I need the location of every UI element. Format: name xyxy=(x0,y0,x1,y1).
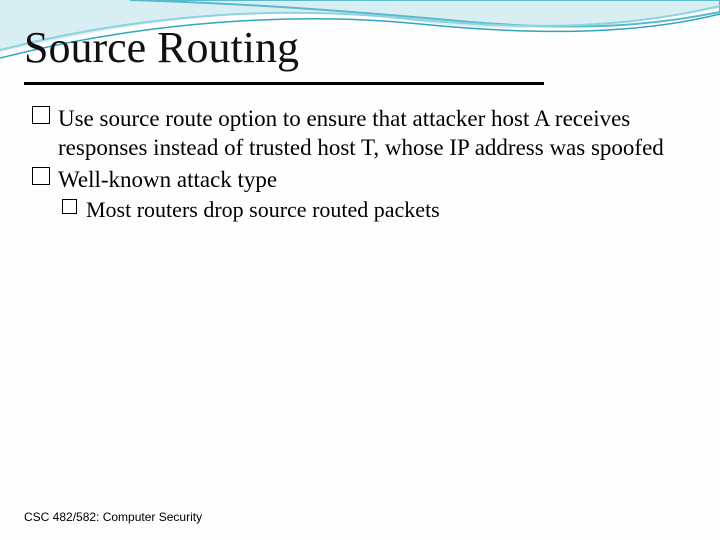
bullet-level1: Well-known attack type xyxy=(32,165,692,194)
bullet-level1: Use source route option to ensure that a… xyxy=(32,104,692,163)
title-underline xyxy=(24,82,544,85)
bullet-text: Most routers drop source routed packets xyxy=(86,197,440,222)
slide-footer: CSC 482/582: Computer Security xyxy=(24,510,202,524)
slide-title: Source Routing xyxy=(24,22,299,73)
square-bullet-icon xyxy=(32,106,50,124)
square-bullet-icon xyxy=(32,167,50,185)
square-bullet-icon xyxy=(62,199,77,214)
bullet-level2: Most routers drop source routed packets xyxy=(62,196,692,224)
bullet-text: Use source route option to ensure that a… xyxy=(58,106,664,160)
slide-body: Use source route option to ensure that a… xyxy=(32,104,692,224)
bullet-text: Well-known attack type xyxy=(58,167,277,192)
